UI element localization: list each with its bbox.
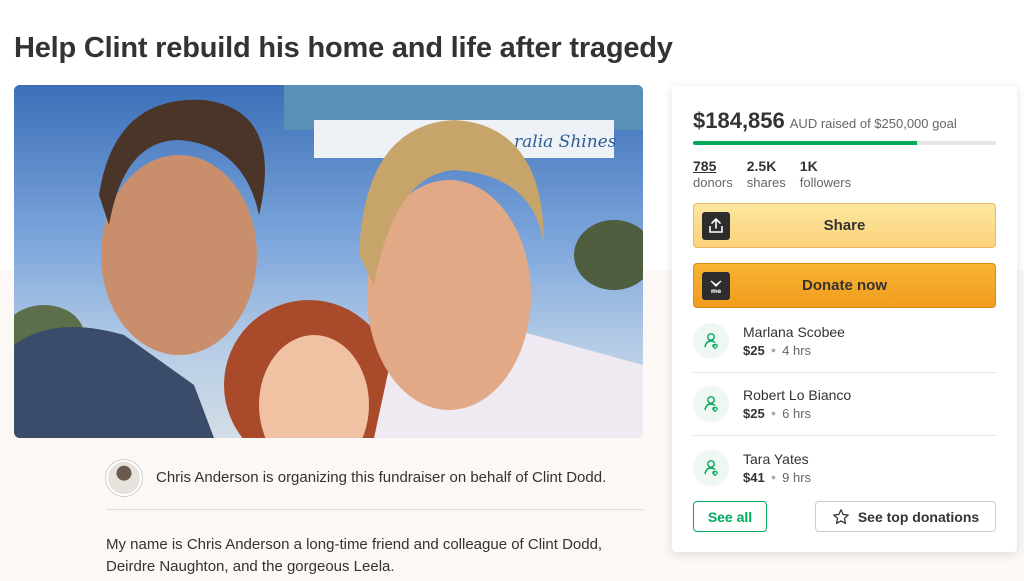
separator-dot: ● xyxy=(770,345,777,355)
stat-followers-count: 1K xyxy=(799,158,818,174)
donate-now-button[interactable]: me Donate now xyxy=(693,263,996,308)
separator-dot: ● xyxy=(770,471,777,482)
donation-item: Robert Lo Bianco $25 ● 6 hrs xyxy=(693,373,996,436)
story-text: My name is Chris Anderson a long-time fr… xyxy=(106,536,603,575)
gofundme-logo-icon: me xyxy=(702,272,730,300)
stat-shares: 2.5K shares xyxy=(747,158,786,190)
star-outline-icon xyxy=(832,508,849,524)
raised-amount: $184,856 xyxy=(693,108,785,133)
banner-sign-text: ralia Shines xyxy=(514,132,617,152)
page-title: Help Clint rebuild his home and life aft… xyxy=(14,32,673,64)
progress-fill xyxy=(693,141,917,145)
recent-donations-list: Marlana Scobee $25 ● 4 hrs Robert Lo Bianc… xyxy=(693,310,996,499)
share-button-label: Share xyxy=(823,217,866,234)
stat-donors[interactable]: 785 donors xyxy=(693,158,733,190)
share-upload-icon xyxy=(702,212,730,240)
organizer-text: Chris Anderson is organizing this fundra… xyxy=(156,469,607,486)
donor-name: Tara Yates xyxy=(743,450,809,467)
progress-bar xyxy=(693,141,996,145)
see-top-donations-button[interactable]: See top donations xyxy=(815,501,996,532)
donation-amount: $41 xyxy=(743,469,765,485)
stat-donors-count[interactable]: 785 xyxy=(693,158,733,174)
share-button[interactable]: Share xyxy=(693,203,996,248)
donation-item: Marlana Scobee $25 ● 4 hrs xyxy=(693,310,996,373)
family-photo-illustration: ralia Shines xyxy=(14,85,643,438)
svg-text:me: me xyxy=(711,288,721,295)
donor-hand-heart-icon xyxy=(693,323,729,359)
stat-followers: 1K followers xyxy=(800,158,851,190)
donor-hand-heart-icon xyxy=(693,386,729,422)
donation-amount: $25 xyxy=(743,406,765,421)
donor-name: Robert Lo Bianco xyxy=(743,387,852,403)
donation-sidebar-card: $184,856 AUD raised of $250,000 goal 785… xyxy=(672,86,1017,552)
donation-time: 9 hrs xyxy=(782,469,812,485)
campaign-stats: 785 donors 2.5K shares 1K followers xyxy=(693,158,851,190)
campaign-hero-photo: ralia Shines xyxy=(14,85,643,438)
see-all-button[interactable]: See all xyxy=(693,501,767,532)
donation-time: 6 hrs xyxy=(782,406,812,421)
stat-donors-label: donors xyxy=(693,175,733,190)
stat-shares-label: shares xyxy=(746,175,786,190)
see-top-donations-label: See top donations xyxy=(857,508,980,525)
organizer-row: Chris Anderson is organizing this fundra… xyxy=(106,460,643,510)
donate-button-label: Donate now xyxy=(802,277,887,294)
donation-amount: $25 xyxy=(743,343,765,358)
separator-dot: ● xyxy=(770,408,777,418)
stat-shares-count: 2.5K xyxy=(746,158,777,174)
donation-item: Tara Yates $41 ● 9 hrs xyxy=(693,436,996,499)
raised-summary: $184,856 AUD raised of $250,000 goal xyxy=(693,108,957,134)
donor-hand-heart-icon xyxy=(693,449,729,486)
goal-text: AUD raised of $250,000 goal xyxy=(789,116,957,131)
organizer-avatar[interactable] xyxy=(106,460,142,496)
donor-name: Marlana Scobee xyxy=(743,324,845,340)
donation-time: 4 hrs xyxy=(782,343,812,358)
stat-followers-label: followers xyxy=(799,175,852,190)
